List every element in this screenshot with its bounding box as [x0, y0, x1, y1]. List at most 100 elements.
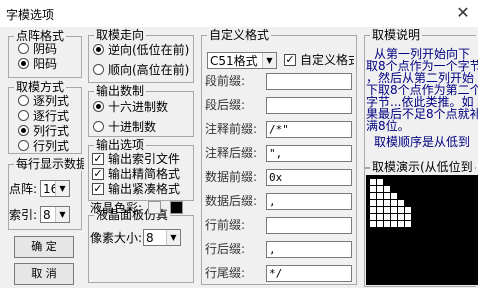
dot_format-radio-1[interactable] [18, 58, 29, 69]
lcd-group: 液晶面板仿真 [88, 208, 194, 283]
demo-pixel [398, 228, 404, 234]
format-select[interactable]: C51格式 ▼ [207, 52, 277, 69]
demo-pixel [377, 186, 383, 192]
mode-option-label: 列行式 [33, 124, 70, 138]
mode-radio-3[interactable] [18, 140, 29, 151]
number_system-option-label: 十六进制数 [108, 100, 169, 114]
pixel-size-label: 像素大小: [90, 231, 143, 245]
demo-pixel [384, 221, 390, 227]
field-input-8[interactable]: */ [266, 265, 352, 282]
cancel-button[interactable]: 取 消 [14, 263, 74, 285]
field-label-0: 段前缀: [205, 74, 246, 88]
lcd-color-label: 液晶色彩: [90, 201, 143, 215]
demo-pixel [377, 179, 383, 185]
dot_format-option-clip-1: 阳码 [33, 57, 93, 72]
output-option-label: 输出精简格式 [108, 167, 181, 181]
demo-pixel [384, 186, 390, 192]
output-options-legend: 输出选项 [94, 138, 147, 152]
custom-format-legend: 自定义格式 [207, 28, 272, 42]
demo-pixel [370, 200, 376, 206]
demo-pixel [398, 193, 404, 199]
lcd-dark-swatch[interactable] [170, 201, 183, 214]
output-option-label: 输出索引文件 [108, 152, 181, 166]
demo-pixel [370, 228, 376, 234]
pixel-size-value: 8 [146, 231, 154, 245]
chevron-down-icon: ▼ [262, 53, 276, 68]
demo-pixel [391, 193, 397, 199]
ok-button[interactable]: 确 定 [14, 236, 74, 258]
number_system-radio-1[interactable] [93, 121, 104, 132]
field-input-6[interactable] [266, 217, 352, 234]
index-select[interactable]: 8 ▼ [40, 206, 70, 223]
demo-pixel [377, 221, 383, 227]
demo-pixel [370, 214, 376, 220]
demo-pixel [405, 214, 411, 220]
pixel-size-select[interactable]: 8 ▼ [143, 229, 181, 246]
chevron-down-icon: ▼ [55, 207, 69, 222]
dot-format-legend: 点阵格式 [14, 29, 67, 43]
field-label-2: 注释前缀: [205, 122, 258, 136]
demo-pixel [384, 193, 390, 199]
demo-pixel [391, 179, 397, 185]
field-input-3[interactable]: ", [266, 145, 352, 162]
demo-pixel [405, 228, 411, 234]
dot_format-radio-0[interactable] [18, 43, 29, 54]
demo-pixel [405, 221, 411, 227]
field-label-6: 行前缀: [205, 218, 246, 232]
mode-radio-0[interactable] [18, 95, 29, 106]
demo-pixel [391, 214, 397, 220]
field-input-4[interactable]: 0x [266, 169, 352, 186]
demo-pixel [398, 186, 404, 192]
demo-pixel [405, 193, 411, 199]
description-legend: 取模说明 [370, 28, 423, 42]
mode-radio-2[interactable] [18, 125, 29, 136]
output-option-label: 输出紧凑格式 [108, 182, 181, 196]
output-option-checkbox-1[interactable]: ✓ [92, 168, 104, 180]
demo-pixel [384, 207, 390, 213]
demo-pixel [405, 200, 411, 206]
field-input-1[interactable] [266, 97, 352, 114]
mode-legend: 取模方式 [14, 80, 67, 94]
demo-pixel [398, 214, 404, 220]
direction-option-clip-0: 逆向(低位在前) [108, 43, 204, 58]
direction-option-label: 顺向(高位在前) [108, 63, 190, 77]
field-label-7: 行后缀: [205, 242, 246, 256]
field-input-2[interactable]: /*" [266, 121, 352, 138]
lcd-light-swatch[interactable] [148, 201, 161, 214]
mode-option-clip-3: 行列式 [33, 139, 93, 154]
mode-radio-1[interactable] [18, 110, 29, 121]
output-option-checkbox-0[interactable]: ✓ [92, 153, 104, 165]
field-input-7[interactable]: , [266, 241, 352, 258]
dot-select[interactable]: 16 ▼ [40, 180, 70, 197]
description-line: 满8位。 [366, 119, 410, 133]
demo-pixel [377, 200, 383, 206]
field-label-5: 数据后缀: [205, 194, 258, 208]
field-input-0[interactable] [266, 73, 352, 90]
mode-option-label: 逐行式 [33, 109, 70, 123]
demo-pixel [370, 207, 376, 213]
number-system-legend: 输出数制 [94, 84, 147, 98]
demo-pixel [370, 221, 376, 227]
custom-format-checkbox[interactable]: ✓ [284, 54, 296, 66]
demo-pixel [377, 228, 383, 234]
direction-radio-1[interactable] [93, 64, 104, 75]
demo-pixel [384, 200, 390, 206]
demo-pixel [391, 186, 397, 192]
output-option-checkbox-2[interactable]: ✓ [92, 183, 104, 195]
custom-format-checkbox-label: 自定义格式 [300, 53, 354, 67]
field-label-8: 行尾缀: [205, 266, 246, 280]
demo-pixel [391, 207, 397, 213]
demo-canvas [366, 175, 478, 285]
chevron-down-icon: ▼ [166, 230, 180, 245]
number_system-radio-0[interactable] [93, 101, 104, 112]
direction-radio-0[interactable] [93, 44, 104, 55]
demo-pixel [398, 221, 404, 227]
description-text: 从第一列开始向下 取8个点作为一个字节 ，然后从第二列开始 下取8个点作为第二个 字节.… [366, 41, 478, 167]
dot_format-option-label: 阳码 [33, 57, 58, 71]
mode-option-clip-2: 列行式 [33, 124, 93, 139]
close-icon[interactable]: ✕ [452, 3, 474, 23]
direction-legend: 取模走向 [94, 28, 147, 42]
field-input-5[interactable]: , [266, 193, 352, 210]
demo-pixel [377, 207, 383, 213]
demo-pixel [391, 221, 397, 227]
